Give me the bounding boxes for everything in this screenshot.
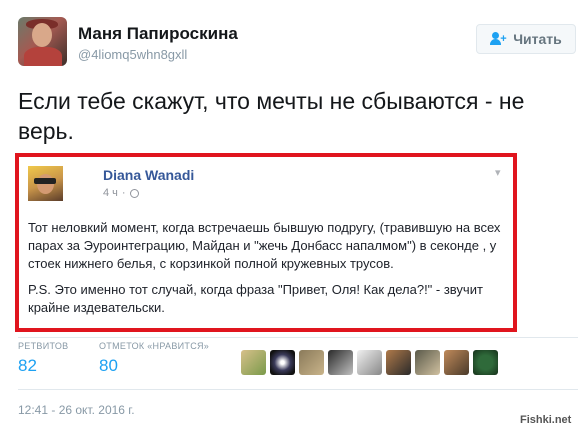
likes-stat[interactable]: ОТМЕТОК «НРАВИТСЯ» 80 bbox=[99, 341, 209, 376]
liker-avatar[interactable] bbox=[357, 350, 382, 375]
quoted-facebook-post: Diana Wanadi 4 ч · ▾ Тот неловкий момент… bbox=[15, 153, 517, 332]
liker-avatar[interactable] bbox=[415, 350, 440, 375]
liker-avatar[interactable] bbox=[328, 350, 353, 375]
quoted-post-paragraph: Тот неловкий момент, когда встречаешь бы… bbox=[28, 220, 501, 271]
divider-top bbox=[18, 337, 578, 338]
quoted-post-body: Тот неловкий момент, когда встречаешь бы… bbox=[28, 219, 508, 325]
avatar-face-shape bbox=[32, 23, 52, 47]
liker-avatar[interactable] bbox=[299, 350, 324, 375]
liker-avatar[interactable] bbox=[386, 350, 411, 375]
quoted-post-meta: 4 ч · bbox=[103, 187, 139, 199]
quoted-post-time: 4 ч bbox=[103, 187, 118, 199]
quoted-post-paragraph: P.S. Это именно тот случай, когда фраза … bbox=[28, 282, 483, 315]
follow-button-label: Читать bbox=[513, 31, 562, 47]
liker-avatar[interactable] bbox=[473, 350, 498, 375]
retweets-count: 82 bbox=[18, 356, 37, 375]
likes-label: ОТМЕТОК «НРАВИТСЯ» bbox=[99, 341, 210, 351]
chevron-down-icon: ▾ bbox=[495, 167, 501, 179]
author-name[interactable]: Маня Папироскина bbox=[78, 24, 238, 44]
avatar-body-shape bbox=[24, 47, 62, 66]
globe-icon bbox=[129, 188, 139, 198]
liker-avatar[interactable] bbox=[270, 350, 295, 375]
author-handle[interactable]: @4liomq5whn8gxll bbox=[78, 47, 187, 62]
tweet-text: Если тебе скажут, что мечты не сбываются… bbox=[18, 88, 525, 144]
liker-avatar[interactable] bbox=[241, 350, 266, 375]
quoted-author-avatar bbox=[28, 166, 63, 201]
divider-bottom bbox=[18, 389, 578, 390]
author-avatar[interactable] bbox=[18, 17, 67, 66]
tweet-timestamp[interactable]: 12:41 - 26 окт. 2016 г. bbox=[18, 403, 135, 417]
liker-avatar[interactable] bbox=[444, 350, 469, 375]
follow-user-plus-icon: + bbox=[490, 32, 507, 46]
site-watermark: Fishki.net bbox=[520, 414, 572, 426]
quoted-author-name: Diana Wanadi bbox=[103, 167, 195, 183]
retweets-stat[interactable]: РЕТВИТОВ 82 bbox=[18, 341, 68, 376]
retweets-label: РЕТВИТОВ bbox=[18, 341, 69, 351]
follow-button[interactable]: + Читать bbox=[476, 24, 576, 54]
likes-count: 80 bbox=[99, 356, 118, 375]
